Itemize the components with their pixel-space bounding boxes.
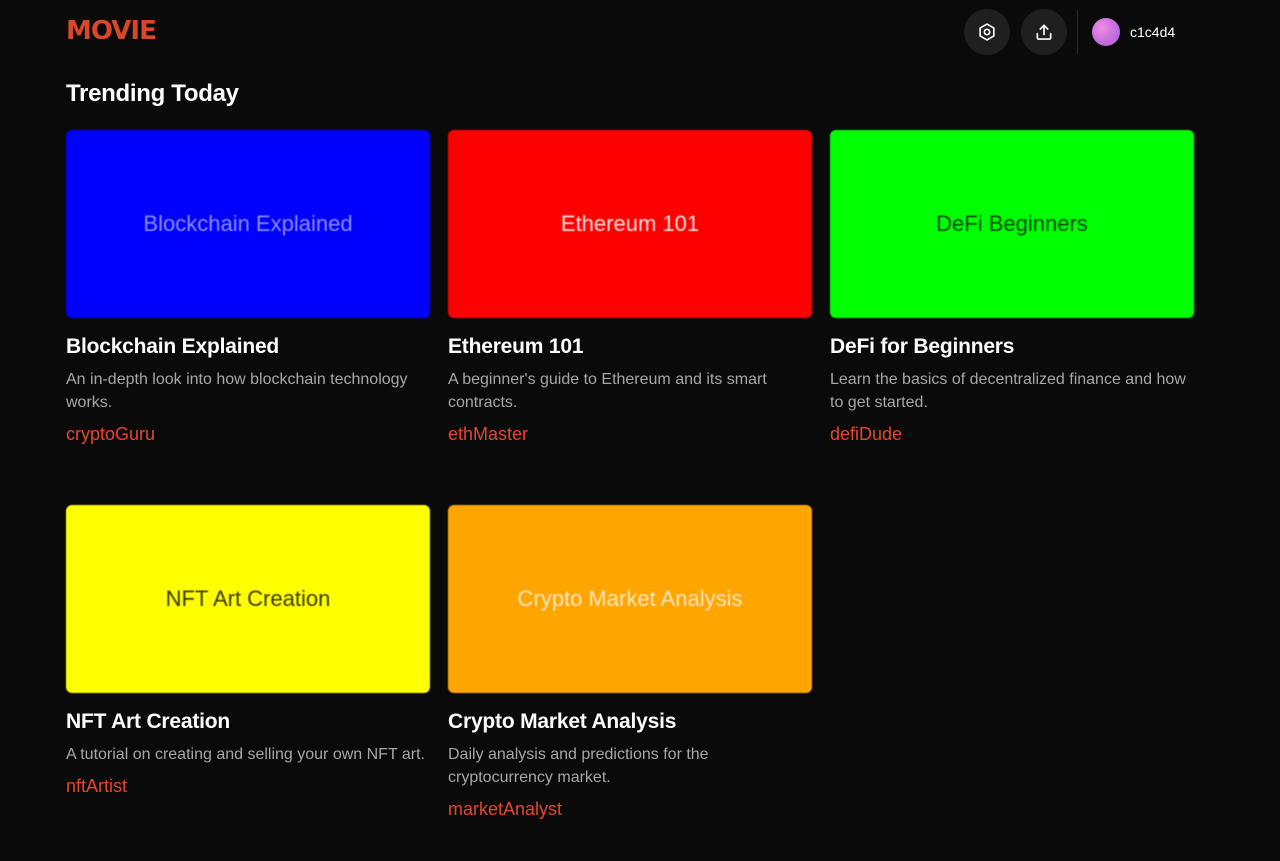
video-author-link[interactable]: nftArtist	[66, 776, 127, 797]
section-title: Trending Today	[66, 80, 239, 107]
username: c1c4d4	[1130, 24, 1176, 40]
movie-logo[interactable]: MOVIE	[66, 16, 157, 46]
video-title[interactable]: Ethereum 101	[448, 334, 812, 360]
video-description: A beginner's guide to Ethereum and its s…	[448, 371, 767, 411]
upload-icon	[1036, 24, 1052, 40]
video-title[interactable]: Blockchain Explained	[66, 334, 430, 360]
video-thumbnail[interactable]: DeFi Beginners	[830, 130, 1194, 318]
video-card[interactable]: Crypto Market Analysis Crypto Market Ana…	[448, 505, 812, 820]
video-card[interactable]: Blockchain Explained Blockchain Explaine…	[66, 130, 430, 445]
logo-text: MOVIE	[66, 16, 157, 46]
video-thumbnail[interactable]: NFT Art Creation	[66, 505, 430, 693]
video-description: Learn the basics of decentralized financ…	[830, 371, 1186, 411]
video-description: An in-depth look into how blockchain tec…	[66, 371, 408, 411]
thumbnail-text: Crypto Market Analysis	[517, 586, 743, 611]
upload-button[interactable]	[1021, 9, 1067, 55]
video-author-link[interactable]: ethMaster	[448, 424, 528, 445]
thumbnail-text: Blockchain Explained	[143, 211, 353, 236]
video-description: A tutorial on creating and selling your …	[66, 746, 425, 763]
video-card[interactable]: DeFi Beginners DeFi for Beginners Learn …	[830, 130, 1194, 445]
top-header: MOVIE c1c4d4	[0, 0, 1280, 64]
avatar[interactable]	[1092, 18, 1120, 46]
header-divider	[1077, 10, 1078, 54]
video-description: Daily analysis and predictions for the c…	[448, 746, 709, 786]
settings-icon	[979, 23, 995, 41]
video-card[interactable]: Ethereum 101 Ethereum 101 A beginner's g…	[448, 130, 812, 445]
video-author-link[interactable]: defiDude	[830, 424, 902, 445]
thumbnail-text: Ethereum 101	[560, 211, 700, 236]
video-thumbnail[interactable]: Crypto Market Analysis	[448, 505, 812, 693]
video-thumbnail[interactable]: Blockchain Explained	[66, 130, 430, 318]
settings-button[interactable]	[964, 9, 1010, 55]
video-author-link[interactable]: cryptoGuru	[66, 424, 155, 445]
thumbnail-text: DeFi Beginners	[936, 211, 1088, 236]
video-title[interactable]: Crypto Market Analysis	[448, 709, 812, 735]
video-title[interactable]: NFT Art Creation	[66, 709, 430, 735]
thumbnail-text: NFT Art Creation	[165, 586, 331, 611]
video-author-link[interactable]: marketAnalyst	[448, 799, 562, 820]
video-thumbnail[interactable]: Ethereum 101	[448, 130, 812, 318]
user-menu[interactable]: c1c4d4	[1092, 18, 1175, 46]
video-card[interactable]: NFT Art Creation NFT Art Creation A tuto…	[66, 505, 430, 797]
video-title[interactable]: DeFi for Beginners	[830, 334, 1194, 360]
